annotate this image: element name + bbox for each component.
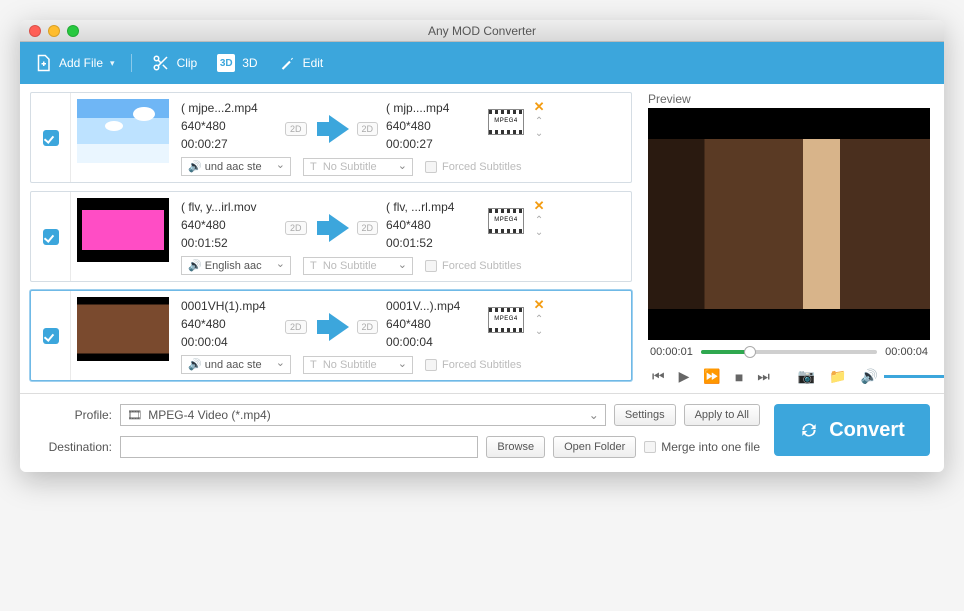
- dst-2d-badge: 2D: [357, 221, 379, 235]
- output-info: 0001V...).mp4640*48000:00:04: [378, 291, 484, 351]
- move-down-button[interactable]: ⌄: [535, 228, 543, 238]
- file-row[interactable]: ( flv, y...irl.mov640*48000:01:52 2D 2D …: [30, 191, 632, 282]
- convert-button[interactable]: Convert: [774, 404, 930, 456]
- output-info: ( mjp....mp4640*48000:00:27: [378, 93, 484, 153]
- profile-label: Profile:: [34, 408, 112, 422]
- open-folder-button[interactable]: Open Folder: [553, 436, 636, 458]
- preview-frame: [648, 139, 930, 309]
- remove-file-button[interactable]: ✕: [534, 198, 545, 214]
- file-row[interactable]: ( mjpe...2.mp4640*48000:00:27 2D 2D ( mj…: [30, 92, 632, 183]
- preview-seek-slider[interactable]: [701, 350, 877, 354]
- dst-2d-badge: 2D: [357, 122, 379, 136]
- preview-label: Preview: [642, 90, 936, 108]
- preview-total-time: 00:00:04: [885, 346, 928, 358]
- remove-file-button[interactable]: ✕: [534, 297, 545, 313]
- src-2d-badge: 2D: [285, 320, 307, 334]
- move-down-button[interactable]: ⌄: [535, 327, 543, 337]
- settings-button[interactable]: Settings: [614, 404, 676, 426]
- file-checkbox[interactable]: [43, 130, 59, 146]
- clip-button[interactable]: Clip: [152, 54, 198, 72]
- merge-label: Merge into one file: [661, 440, 760, 454]
- forced-subtitles-checkbox[interactable]: [425, 359, 437, 371]
- prev-button[interactable]: ⏮: [652, 368, 665, 385]
- snapshot-button[interactable]: 📷: [798, 368, 815, 385]
- volume-slider[interactable]: [884, 375, 944, 378]
- subtitle-dropdown[interactable]: T No Subtitle: [303, 356, 413, 374]
- src-2d-badge: 2D: [285, 221, 307, 235]
- convert-icon: [799, 420, 819, 440]
- forced-subtitles-checkbox[interactable]: [425, 260, 437, 272]
- format-badge[interactable]: MPEG4: [488, 109, 524, 135]
- source-info: ( mjpe...2.mp4640*48000:00:27: [175, 93, 285, 153]
- add-file-icon: [34, 54, 52, 72]
- open-folder-icon[interactable]: 📁: [829, 368, 846, 385]
- audio-track-dropdown[interactable]: 🔊 und aac ste: [181, 355, 291, 374]
- app-window: Any MOD Converter Add File ▾ Clip 3D 3D …: [20, 20, 944, 472]
- audio-track-dropdown[interactable]: 🔊 English aac: [181, 256, 291, 275]
- file-thumbnail[interactable]: [77, 99, 169, 163]
- source-info: 0001VH(1).mp4640*48000:00:04: [175, 291, 285, 351]
- mpeg-icon: 🎞: [127, 408, 142, 422]
- destination-input[interactable]: [120, 436, 478, 458]
- move-up-button[interactable]: ⌃: [535, 117, 543, 127]
- titlebar: Any MOD Converter: [20, 20, 944, 42]
- source-info: ( flv, y...irl.mov640*48000:01:52: [175, 192, 285, 252]
- subtitle-dropdown[interactable]: T No Subtitle: [303, 158, 413, 176]
- dst-2d-badge: 2D: [357, 320, 379, 334]
- file-checkbox[interactable]: [43, 328, 59, 344]
- toolbar: Add File ▾ Clip 3D 3D Edit: [20, 42, 944, 84]
- wand-icon: [278, 54, 296, 72]
- volume-icon[interactable]: 🔊: [861, 368, 878, 385]
- next-button[interactable]: ⏭: [757, 368, 770, 385]
- remove-file-button[interactable]: ✕: [534, 99, 545, 115]
- subtitle-dropdown[interactable]: T No Subtitle: [303, 257, 413, 275]
- audio-track-dropdown[interactable]: 🔊 und aac ste: [181, 157, 291, 176]
- arrow-icon: [329, 214, 349, 242]
- apply-to-all-button[interactable]: Apply to All: [684, 404, 760, 426]
- move-up-button[interactable]: ⌃: [535, 216, 543, 226]
- arrow-icon: [329, 115, 349, 143]
- three-d-icon: 3D: [217, 54, 235, 72]
- src-2d-badge: 2D: [285, 122, 307, 136]
- arrow-icon: [329, 313, 349, 341]
- format-badge[interactable]: MPEG4: [488, 307, 524, 333]
- preview-current-time: 00:00:01: [650, 346, 693, 358]
- destination-label: Destination:: [34, 440, 112, 454]
- stop-button[interactable]: ■: [735, 369, 743, 385]
- file-list: ( mjpe...2.mp4640*48000:00:27 2D 2D ( mj…: [20, 92, 642, 381]
- fast-forward-button[interactable]: ⏩: [703, 368, 720, 385]
- move-up-button[interactable]: ⌃: [535, 315, 543, 325]
- forced-subtitles-label: Forced Subtitles: [442, 161, 521, 173]
- output-info: ( flv, ...rl.mp4640*48000:01:52: [378, 192, 484, 252]
- browse-button[interactable]: Browse: [486, 436, 545, 458]
- three-d-button[interactable]: 3D 3D: [217, 54, 257, 72]
- play-button[interactable]: ▶: [679, 368, 690, 385]
- edit-button[interactable]: Edit: [278, 54, 324, 72]
- file-thumbnail[interactable]: [77, 198, 169, 262]
- format-badge[interactable]: MPEG4: [488, 208, 524, 234]
- merge-checkbox[interactable]: [644, 441, 656, 453]
- scissors-icon: [152, 54, 170, 72]
- file-thumbnail[interactable]: [77, 297, 169, 361]
- add-file-button[interactable]: Add File ▾: [34, 54, 132, 72]
- forced-subtitles-label: Forced Subtitles: [442, 359, 521, 371]
- preview-video[interactable]: [648, 108, 930, 340]
- move-down-button[interactable]: ⌄: [535, 129, 543, 139]
- window-title: Any MOD Converter: [20, 24, 944, 38]
- forced-subtitles-checkbox[interactable]: [425, 161, 437, 173]
- profile-combo[interactable]: 🎞 MPEG-4 Video (*.mp4): [120, 404, 606, 426]
- file-checkbox[interactable]: [43, 229, 59, 245]
- forced-subtitles-label: Forced Subtitles: [442, 260, 521, 272]
- add-file-dropdown-icon[interactable]: ▾: [110, 58, 115, 69]
- file-row[interactable]: 0001VH(1).mp4640*48000:00:04 2D 2D 0001V…: [30, 290, 632, 381]
